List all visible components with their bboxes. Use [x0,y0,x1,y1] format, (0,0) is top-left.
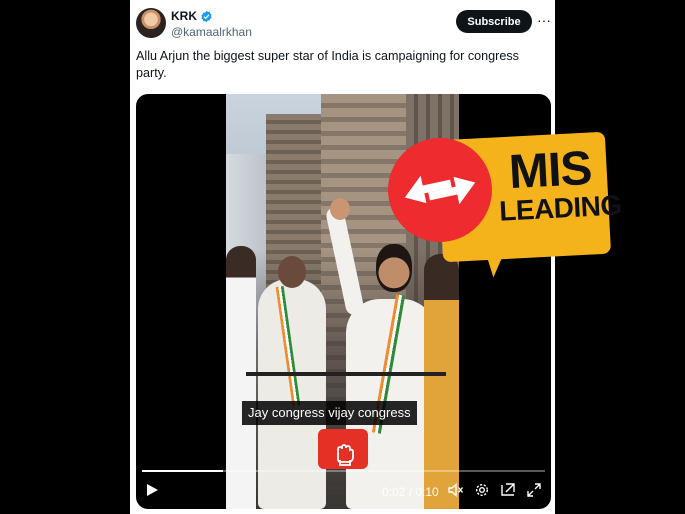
more-options-icon[interactable]: ··· [536,12,552,30]
subscribe-button[interactable]: Subscribe [456,10,532,33]
author-name[interactable]: KRK [171,9,197,23]
verified-icon [201,10,212,22]
video-progress-bar[interactable] [142,470,545,472]
swap-arrows-icon [404,175,476,205]
person-left-head [278,256,306,288]
raised-fist-icon [318,429,368,469]
avatar[interactable] [136,8,166,38]
video-controls: 0:02 / 0:10 [136,476,551,506]
pip-icon[interactable] [498,480,518,500]
volume-muted-icon[interactable] [446,480,466,500]
fullscreen-icon[interactable] [524,480,544,500]
author-handle[interactable]: @kamaalrkhan [171,25,252,39]
float-rail [246,372,446,376]
tweet-text: Allu Arjun the biggest super star of Ind… [136,49,519,80]
video-caption: Jay congress vijay congress [242,401,417,425]
misleading-line1: MIS [507,141,593,200]
misleading-line2: LEADING [498,189,623,227]
video-time: 0:02 / 0:10 [382,485,439,499]
play-icon[interactable] [142,480,162,500]
misleading-label: MIS LEADING [496,141,623,227]
misleading-stamp: MIS LEADING [388,128,623,280]
author-name-row[interactable]: KRK [171,9,213,23]
badge-circle [388,138,492,242]
waving-hand [330,198,350,220]
video-progress-fill [142,470,223,472]
settings-gear-icon[interactable] [472,480,492,500]
